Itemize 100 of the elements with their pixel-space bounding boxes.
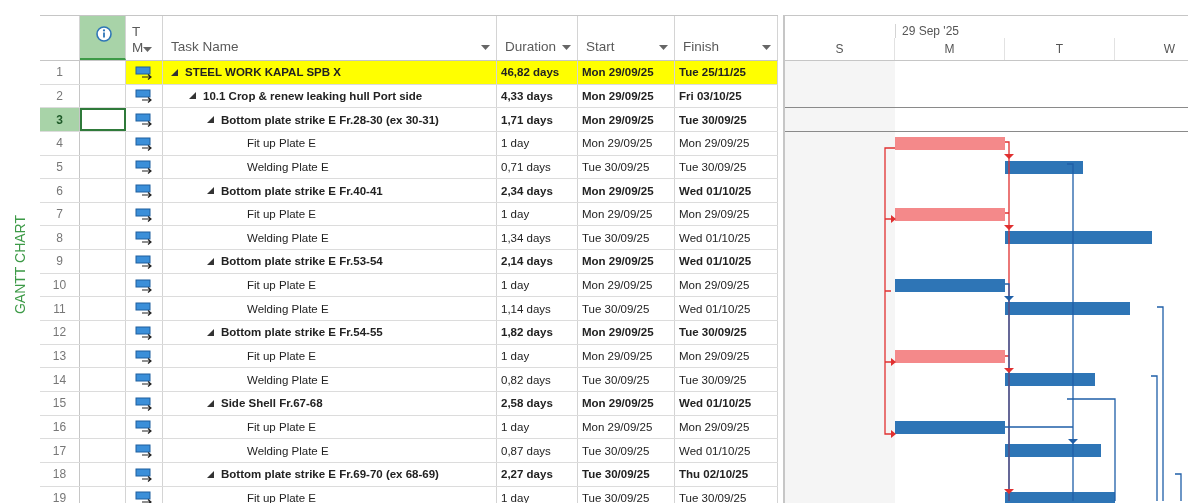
duration-text: 1 day	[501, 137, 530, 150]
task-name: Bottom plate strike E Fr.40-41	[221, 184, 383, 197]
task-bar[interactable]	[895, 278, 1005, 292]
duration-text: 2,27 days	[501, 468, 553, 481]
task-mode-icon	[135, 253, 153, 269]
dropdown-caret-icon[interactable]	[562, 45, 571, 50]
task-name: Welding Plate E	[247, 373, 329, 386]
start-date: Mon 29/09/25	[582, 66, 654, 79]
start-date: Mon 29/09/25	[582, 326, 654, 339]
collapse-icon[interactable]	[207, 257, 214, 265]
finish-date: Fri 03/10/25	[679, 89, 742, 102]
task-name: STEEL WORK KAPAL SPB X	[185, 66, 341, 79]
task-bar[interactable]	[1005, 231, 1153, 245]
finish-date: Wed 01/10/25	[679, 255, 752, 268]
day-label: S	[835, 42, 844, 56]
task-mode-icon	[135, 490, 153, 503]
duration-text: 1 day	[501, 208, 530, 221]
task-name: Side Shell Fr.67-68	[221, 397, 323, 410]
task-bar[interactable]	[895, 420, 1005, 434]
duration-text: 0,71 days	[501, 160, 551, 173]
dropdown-caret-icon[interactable]	[143, 47, 153, 52]
task-mode-icon	[135, 395, 153, 411]
collapse-icon[interactable]	[207, 399, 214, 407]
duration-text: 1,71 days	[501, 113, 553, 126]
day-label: W	[1163, 42, 1176, 56]
task-name: Bottom plate strike E Fr.54-55	[221, 326, 383, 339]
duration-text: 1 day	[501, 350, 530, 362]
duration-text: 0,87 days	[501, 444, 551, 457]
task-mode-icon	[135, 372, 153, 388]
task-mode-icon	[135, 112, 153, 128]
collapse-icon[interactable]	[207, 470, 214, 478]
task-mode-icon	[135, 419, 153, 435]
collapse-icon[interactable]	[207, 116, 214, 124]
column-label: Task Name	[171, 39, 240, 54]
start-date: Mon 29/09/25	[582, 397, 654, 410]
task-mode-icon	[135, 324, 153, 340]
finish-date: Tue 30/09/25	[679, 160, 747, 173]
duration-text: 1,82 days	[501, 326, 553, 339]
start-date: Tue 30/09/25	[582, 373, 650, 386]
row-number[interactable]: 3	[40, 108, 80, 131]
task-bar[interactable]	[1005, 160, 1084, 174]
duration-text: 4,33 days	[501, 89, 553, 102]
view-label: GANTT CHART	[12, 215, 28, 315]
collapse-icon[interactable]	[171, 68, 178, 76]
task-mode-icon	[135, 443, 153, 459]
dropdown-caret-icon[interactable]	[762, 45, 771, 50]
task-name: Welding Plate E	[247, 302, 329, 315]
task-bar[interactable]	[1005, 302, 1131, 316]
duration-text: 1 day	[501, 279, 530, 292]
column-label: M	[132, 40, 144, 56]
task-mode-icon	[135, 230, 153, 246]
start-date: Mon 29/09/25	[582, 279, 653, 292]
task-mode-icon	[135, 88, 153, 104]
finish-date: Mon 29/09/25	[679, 350, 750, 362]
dropdown-caret-icon[interactable]	[481, 45, 490, 50]
indicator-cell[interactable]	[80, 108, 126, 131]
task-name: Bottom plate strike E Fr.53-54	[221, 255, 383, 268]
task-mode-icon	[135, 348, 153, 364]
start-date: Mon 29/09/25	[582, 89, 654, 102]
task-bar[interactable]	[1005, 373, 1096, 387]
task-name: 10.1 Crop & renew leaking hull Port side	[203, 89, 423, 102]
column-label: T	[132, 24, 142, 40]
finish-date: Mon 29/09/25	[679, 420, 750, 433]
task-name: Welding Plate E	[247, 231, 329, 244]
collapse-icon[interactable]	[207, 187, 214, 194]
duration-text: 1 day	[501, 420, 530, 433]
start-date: Mon 29/09/25	[582, 113, 654, 126]
start-date: Mon 29/09/25	[582, 208, 653, 221]
collapse-icon[interactable]	[189, 92, 196, 100]
task-bar[interactable]	[1005, 491, 1115, 503]
column-label: Finish	[683, 39, 720, 54]
finish-date: Mon 29/09/25	[679, 279, 750, 292]
info-column-header[interactable]	[80, 16, 126, 60]
task-name: Fit up Plate E	[247, 350, 317, 362]
task-bar[interactable]	[1005, 444, 1101, 458]
task-name: Fit up Plate E	[247, 279, 317, 292]
task-name: Welding Plate E	[247, 444, 329, 457]
duration-text: 1,34 days	[501, 231, 551, 244]
duration-text: 1,14 days	[501, 302, 551, 315]
finish-date: Wed 01/10/25	[679, 397, 752, 410]
week-label: 29 Sep '25	[895, 24, 959, 38]
finish-date: Wed 01/10/25	[679, 184, 752, 197]
duration-text: 2,58 days	[501, 397, 553, 410]
day-label: M	[944, 42, 955, 56]
start-date: Mon 29/09/25	[582, 350, 653, 362]
dropdown-caret-icon[interactable]	[659, 45, 668, 50]
column-label: Start	[586, 39, 616, 54]
finish-date: Wed 01/10/25	[679, 444, 751, 457]
collapse-icon[interactable]	[207, 328, 214, 336]
start-date: Mon 29/09/25	[582, 255, 654, 268]
task-name: Fit up Plate E	[247, 137, 317, 150]
task-name: Fit up Plate E	[247, 208, 317, 221]
start-date: Tue 30/09/25	[582, 302, 650, 315]
finish-date: Tue 30/09/25	[679, 373, 747, 386]
start-date: Mon 29/09/25	[582, 137, 653, 150]
task-name: Bottom plate strike E Fr.69-70 (ex 68-69)	[221, 468, 439, 481]
finish-date: Mon 29/09/25	[679, 137, 750, 150]
duration-text: 46,82 days	[501, 66, 560, 79]
task-mode-icon	[135, 159, 153, 175]
duration-text: 2,34 days	[501, 184, 553, 197]
